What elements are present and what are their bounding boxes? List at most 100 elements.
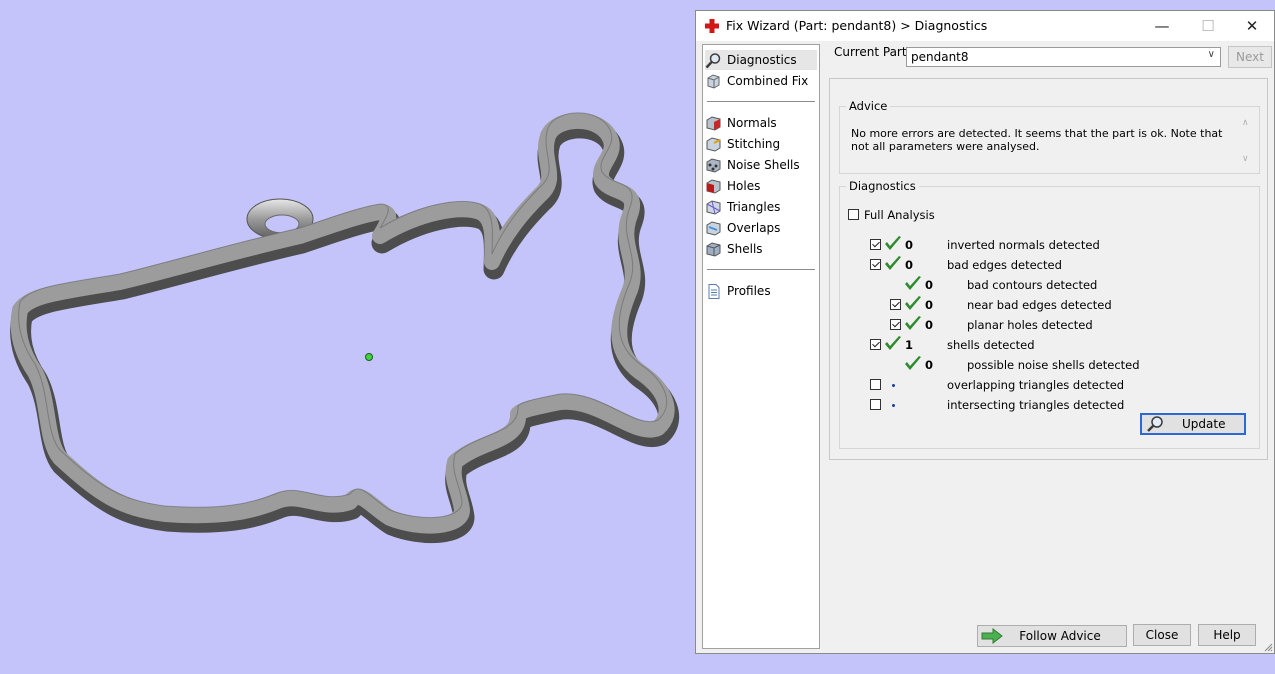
diagnostics-panel: Advice No more errors are detected. It s… bbox=[829, 78, 1268, 460]
diagnostic-checkbox[interactable] bbox=[870, 259, 881, 270]
diagnostic-label: bad contours detected bbox=[967, 278, 1098, 292]
close-window-button[interactable]: ✕ bbox=[1229, 11, 1275, 41]
advice-title: Advice bbox=[849, 99, 888, 113]
diagnostic-checkbox[interactable] bbox=[870, 339, 881, 350]
advice-text: No more errors are detected. It seems th… bbox=[851, 127, 1223, 153]
nav-item-shells[interactable]: Shells bbox=[705, 239, 817, 259]
nav-label: Combined Fix bbox=[727, 74, 809, 88]
advice-group: Advice No more errors are detected. It s… bbox=[839, 99, 1260, 174]
wizard-nav: Diagnostics Combined Fix Normals Stitchi… bbox=[702, 44, 820, 649]
nav-item-diagnostics[interactable]: Diagnostics bbox=[705, 50, 817, 70]
red-cross-icon bbox=[705, 19, 719, 33]
update-label: Update bbox=[1182, 417, 1226, 431]
diagnostic-label: shells detected bbox=[947, 338, 1035, 352]
close-button[interactable]: Close bbox=[1133, 624, 1191, 646]
scroll-up-icon[interactable]: ∧ bbox=[1242, 118, 1249, 128]
nav-label: Diagnostics bbox=[727, 53, 797, 67]
nav-item-combined-fix[interactable]: Combined Fix bbox=[705, 71, 817, 91]
nav-label: Holes bbox=[727, 179, 761, 193]
nav-label: Shells bbox=[727, 242, 763, 256]
normals-cube-icon bbox=[706, 115, 721, 131]
diagnostic-row: intersecting triangles detected bbox=[840, 395, 1250, 415]
maximize-button[interactable]: ☐ bbox=[1185, 11, 1231, 41]
stitching-cube-icon bbox=[706, 136, 721, 152]
nav-item-noise-shells[interactable]: Noise Shells bbox=[705, 155, 817, 175]
document-icon bbox=[708, 283, 720, 299]
nav-item-normals[interactable]: Normals bbox=[705, 113, 817, 133]
check-icon bbox=[885, 256, 901, 270]
diagnostic-row: 0 bad edges detected bbox=[840, 255, 1250, 275]
diagnostic-count: 0 bbox=[925, 358, 934, 372]
nav-item-triangles[interactable]: Triangles bbox=[705, 197, 817, 217]
diagnostic-count: 0 bbox=[925, 278, 934, 292]
diagnostic-checkbox[interactable] bbox=[870, 399, 881, 410]
diagnostic-count: 0 bbox=[905, 238, 914, 252]
pending-dot-icon bbox=[892, 384, 895, 387]
nav-label: Stitching bbox=[727, 137, 781, 151]
diagnostic-label: intersecting triangles detected bbox=[947, 398, 1125, 412]
diagnostic-label: possible noise shells detected bbox=[967, 358, 1140, 372]
title-bar: Fix Wizard (Part: pendant8) > Diagnostic… bbox=[696, 11, 1274, 41]
scroll-down-icon[interactable]: ∨ bbox=[1242, 154, 1249, 164]
check-icon bbox=[905, 316, 921, 330]
magnifier-icon bbox=[1147, 416, 1163, 432]
diagnostic-label: bad edges detected bbox=[947, 258, 1062, 272]
fix-wizard-dialog: Fix Wizard (Part: pendant8) > Diagnostic… bbox=[695, 10, 1275, 654]
diagnostic-count: 0 bbox=[925, 298, 934, 312]
nav-item-profiles[interactable]: Profiles bbox=[705, 281, 817, 301]
window-title: Fix Wizard (Part: pendant8) > Diagnostic… bbox=[726, 18, 988, 33]
holes-cube-icon bbox=[706, 178, 721, 194]
minimize-button[interactable]: — bbox=[1139, 11, 1185, 41]
diagnostic-row: 0 near bad edges detected bbox=[840, 295, 1250, 315]
diagnostic-row: 0 planar holes detected bbox=[840, 315, 1250, 335]
diagnostic-label: near bad edges detected bbox=[967, 298, 1112, 312]
shells-cube-icon bbox=[706, 241, 721, 257]
magnifier-icon bbox=[705, 52, 721, 68]
diagnostics-group: Diagnostics Full Analysis 0 inverted norm… bbox=[839, 179, 1260, 449]
triangles-cube-icon bbox=[706, 199, 721, 215]
next-button[interactable]: Next bbox=[1228, 46, 1272, 68]
check-icon bbox=[885, 336, 901, 350]
diagnostic-label: inverted normals detected bbox=[947, 238, 1100, 252]
nav-divider bbox=[707, 269, 815, 270]
check-icon bbox=[885, 236, 901, 250]
diagnostics-title: Diagnostics bbox=[849, 179, 916, 193]
follow-advice-button[interactable]: Follow Advice bbox=[977, 625, 1127, 647]
chevron-down-icon: ∨ bbox=[1207, 49, 1215, 60]
nav-item-stitching[interactable]: Stitching bbox=[705, 134, 817, 154]
nav-label: Noise Shells bbox=[727, 158, 800, 172]
diagnostic-checkbox[interactable] bbox=[870, 239, 881, 250]
diagnostic-checkbox[interactable] bbox=[890, 299, 901, 310]
noise-shells-icon bbox=[706, 157, 721, 173]
diagnostic-row: 0 inverted normals detected bbox=[840, 235, 1250, 255]
nav-label: Profiles bbox=[727, 284, 771, 298]
advice-scrollbar[interactable]: ∧ ∨ bbox=[1239, 118, 1253, 164]
nav-item-overlaps[interactable]: Overlaps bbox=[705, 218, 817, 238]
overlaps-cube-icon bbox=[706, 220, 721, 236]
nav-label: Overlaps bbox=[727, 221, 781, 235]
current-part-select[interactable]: pendant8 ∨ bbox=[906, 47, 1221, 67]
diagnostic-count: 1 bbox=[905, 338, 914, 352]
diagnostic-count: 0 bbox=[905, 258, 914, 272]
nav-item-holes[interactable]: Holes bbox=[705, 176, 817, 196]
diagnostic-row: 1 shells detected bbox=[840, 335, 1250, 355]
update-button[interactable]: Update bbox=[1140, 413, 1246, 435]
help-button[interactable]: Help bbox=[1198, 624, 1256, 646]
diagnostic-checkbox[interactable] bbox=[870, 379, 881, 390]
pending-dot-icon bbox=[892, 404, 895, 407]
current-part-value: pendant8 bbox=[911, 50, 969, 64]
diagnostic-row: 0 bad contours detected bbox=[840, 275, 1250, 295]
nav-divider bbox=[707, 101, 815, 102]
nav-label: Normals bbox=[727, 116, 777, 130]
diagnostic-checkbox[interactable] bbox=[890, 319, 901, 330]
full-analysis-checkbox[interactable] bbox=[848, 209, 859, 220]
check-icon bbox=[905, 296, 921, 310]
cube-icon bbox=[707, 73, 720, 89]
check-icon bbox=[905, 276, 921, 290]
resize-grip-icon[interactable] bbox=[1263, 642, 1273, 652]
full-analysis-label: Full Analysis bbox=[864, 208, 935, 222]
follow-advice-label: Follow Advice bbox=[1019, 629, 1101, 643]
3d-viewport[interactable] bbox=[0, 0, 696, 674]
full-analysis-option[interactable]: Full Analysis bbox=[848, 205, 968, 225]
diagnostic-row: 0 possible noise shells detected bbox=[840, 355, 1250, 375]
